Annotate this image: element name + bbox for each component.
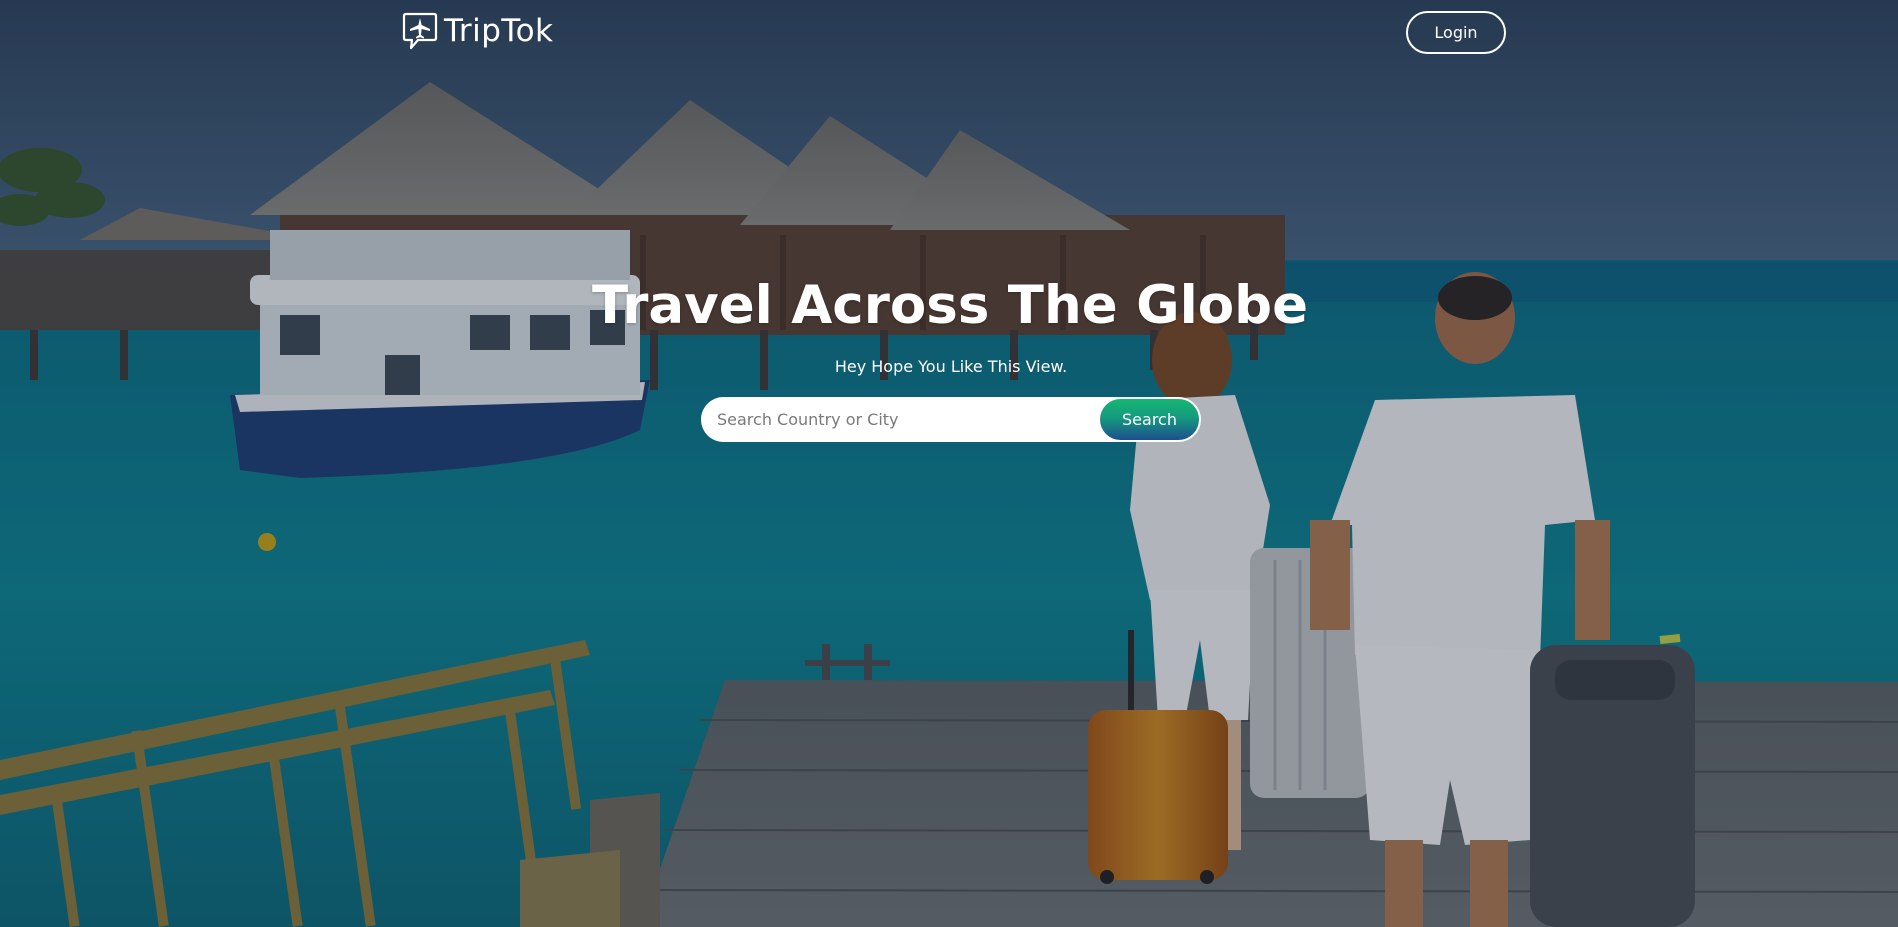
brand-logo[interactable]: TripTok bbox=[402, 12, 554, 50]
hero-dim-overlay bbox=[0, 0, 1898, 927]
airplane-chat-bubble-icon bbox=[402, 12, 438, 50]
hero-title: Travel Across The Globe bbox=[591, 275, 1309, 336]
login-button[interactable]: Login bbox=[1406, 11, 1506, 54]
landing-page: TripTok Login Travel Across The Globe He… bbox=[0, 0, 1898, 927]
hero-subtitle: Hey Hope You Like This View. bbox=[834, 357, 1068, 376]
search-bar: Search bbox=[701, 397, 1201, 442]
search-button[interactable]: Search bbox=[1100, 399, 1199, 440]
brand-name: TripTok bbox=[444, 13, 554, 49]
